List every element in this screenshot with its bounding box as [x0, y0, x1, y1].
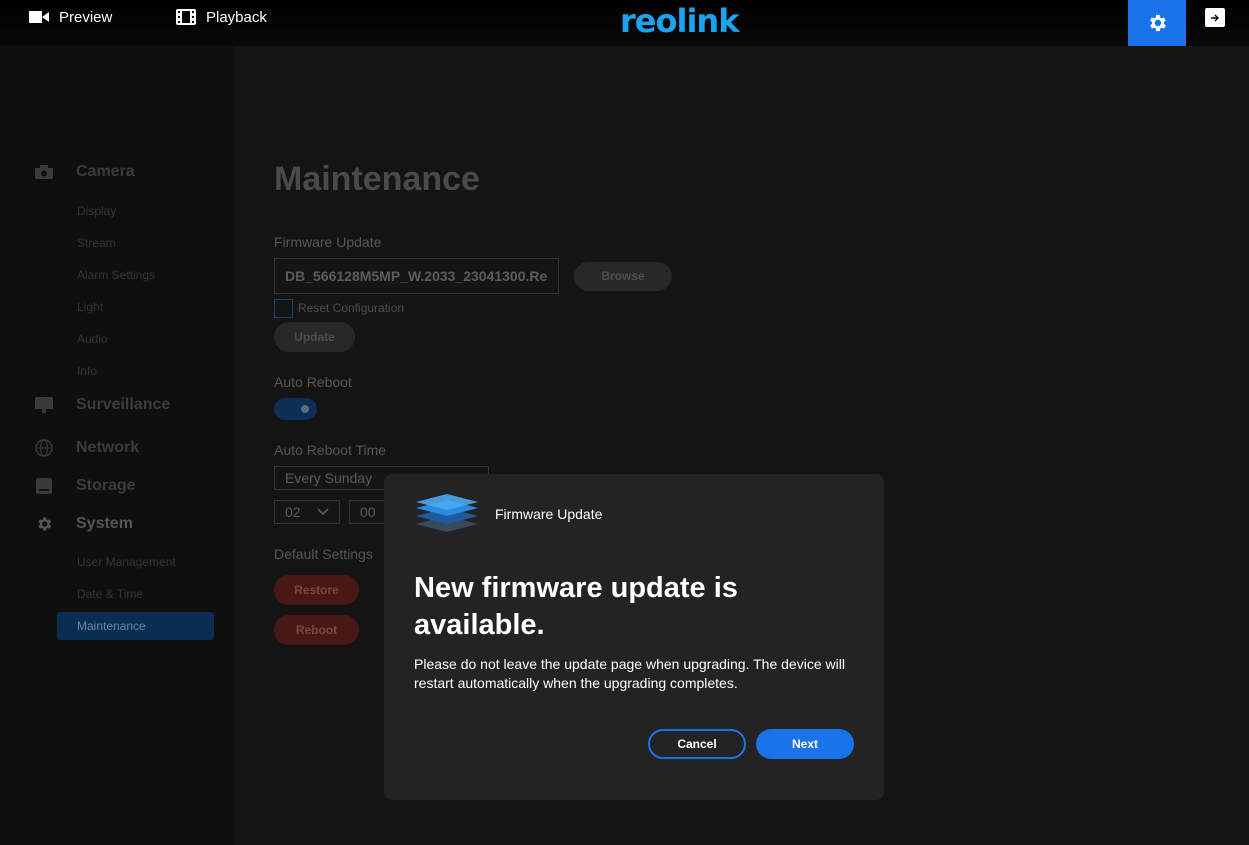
browse-button[interactable]: Browse [574, 262, 672, 291]
sidebar-category-camera[interactable]: Camera [34, 163, 135, 181]
sidebar-item-audio[interactable]: Audio [77, 332, 108, 346]
dialog-heading: New firmware update is available. [414, 572, 738, 641]
sidebar-item-alarm-settings[interactable]: Alarm Settings [77, 268, 155, 282]
video-camera-icon [29, 11, 49, 23]
sidebar-item-maintenance[interactable]: Maintenance [57, 612, 214, 640]
playback-label: Playback [206, 8, 267, 26]
next-button[interactable]: Next [756, 729, 854, 759]
reboot-minute-select[interactable]: 00 [349, 500, 389, 524]
firmware-file-input[interactable]: DB_566128M5MP_W.2033_23041300.Re [274, 258, 559, 294]
playback-nav-button[interactable]: Playback [176, 0, 267, 34]
auto-reboot-label: Auto Reboot [274, 374, 352, 390]
sidebar-category-label: Surveillance [76, 396, 171, 413]
preview-nav-button[interactable]: Preview [29, 0, 112, 34]
reolink-logo: reolink [620, 2, 739, 40]
globe-icon [34, 439, 54, 457]
auto-reboot-time-label: Auto Reboot Time [274, 442, 387, 458]
dialog-message: Please do not leave the update page when… [414, 656, 845, 691]
storage-icon [34, 477, 54, 495]
reboot-hour-value: 02 [285, 504, 301, 520]
top-bar: Preview Playback reolink [0, 0, 1249, 46]
default-settings-label: Default Settings [274, 546, 373, 562]
page-title: Maintenance [274, 160, 480, 198]
sidebar-item-user-management[interactable]: User Management [77, 555, 176, 569]
sidebar-item-date-time[interactable]: Date & Time [77, 587, 143, 601]
sidebar-item-light[interactable]: Light [77, 300, 103, 314]
toggle-knob [301, 405, 309, 413]
firmware-update-dialog: Firmware Update New firmware update is a… [384, 474, 884, 800]
sidebar-item-info[interactable]: Info [77, 364, 97, 378]
update-button[interactable]: Update [274, 322, 355, 352]
sidebar-category-label: System [76, 515, 133, 532]
auto-reboot-toggle[interactable] [274, 398, 317, 420]
restore-button[interactable]: Restore [274, 575, 359, 605]
gear-icon [1150, 14, 1166, 32]
film-icon [176, 9, 196, 25]
gear-icon [34, 515, 54, 533]
logout-button[interactable] [1205, 8, 1225, 27]
dialog-header-title: Firmware Update [495, 506, 603, 522]
sidebar-category-network[interactable]: Network [34, 439, 139, 457]
sidebar-category-label: Camera [76, 163, 135, 180]
monitor-icon [34, 396, 54, 414]
cancel-button[interactable]: Cancel [648, 729, 746, 759]
reboot-hour-select[interactable]: 02 [274, 500, 340, 524]
sidebar-category-surveillance[interactable]: Surveillance [34, 396, 170, 414]
sidebar-category-system[interactable]: System [34, 515, 133, 533]
sidebar-category-label: Network [76, 439, 140, 456]
reset-configuration-checkbox[interactable] [274, 299, 293, 318]
reset-configuration-label: Reset Configuration [298, 301, 405, 315]
reboot-button[interactable]: Reboot [274, 615, 359, 645]
sidebar-category-storage[interactable]: Storage [34, 477, 136, 495]
firmware-update-label: Firmware Update [274, 234, 382, 250]
preview-label: Preview [59, 8, 113, 26]
sidebar-category-label: Storage [76, 477, 136, 494]
layers-icon [414, 494, 480, 539]
sidebar-item-display[interactable]: Display [77, 204, 116, 218]
settings-button[interactable] [1128, 0, 1186, 46]
logout-icon [1211, 14, 1219, 21]
chevron-down-icon [317, 508, 329, 516]
camera-icon [34, 163, 54, 181]
sidebar-item-stream[interactable]: Stream [77, 236, 116, 250]
